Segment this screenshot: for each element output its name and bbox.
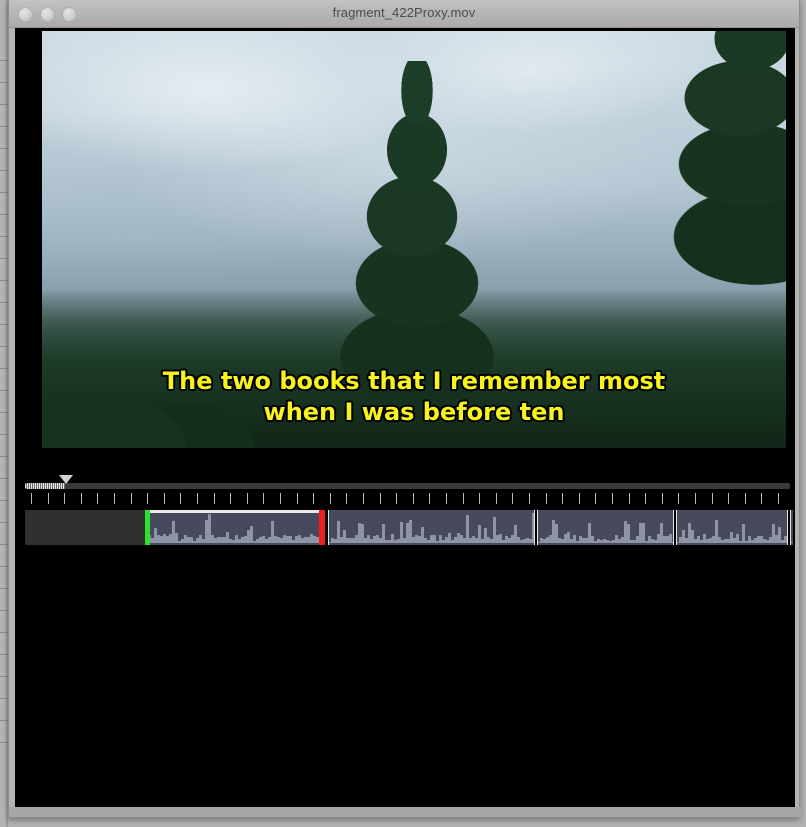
control-panel: Hold − + Zoom 00:00:01:14 00:00:08:12 [15,547,795,812]
waveform-in-marker[interactable] [145,510,150,545]
waveform-segment[interactable] [145,510,325,545]
window-status-bar [9,807,801,817]
waveform-segment[interactable] [25,510,145,545]
waveform-peak [669,534,672,543]
waveform-segment[interactable] [790,510,793,545]
desktop: fragment_422Proxy.mov The two books that… [0,0,806,827]
audio-waveform-track[interactable] [25,510,793,545]
scrubber-playhead[interactable] [59,475,73,484]
video-preview[interactable]: The two books that I remember most when … [42,31,786,448]
pine-tree-right [596,31,786,349]
subtitle-line-1: The two books that I remember most [162,367,666,395]
subtitle-line-2: when I was before ten [263,398,565,426]
scrubber-track[interactable] [25,483,790,489]
title-bar[interactable]: fragment_422Proxy.mov [9,0,799,28]
timeline-scrubber[interactable] [25,475,790,491]
application-window: fragment_422Proxy.mov The two books that… [8,0,801,818]
waveform-out-marker[interactable] [319,510,325,545]
timeline-ruler [25,493,793,509]
selected-segment-highlight [145,510,325,513]
waveform-segment[interactable] [676,510,788,545]
background-window-ticks [0,60,8,780]
waveform-segment[interactable] [537,510,674,545]
waveform-peak [532,513,534,543]
video-subtitle-overlay: The two books that I remember most when … [42,366,786,428]
waveform-segment[interactable] [328,510,535,545]
window-content: The two books that I remember most when … [15,28,795,812]
window-title: fragment_422Proxy.mov [332,5,476,20]
waveform-peak [784,536,787,543]
